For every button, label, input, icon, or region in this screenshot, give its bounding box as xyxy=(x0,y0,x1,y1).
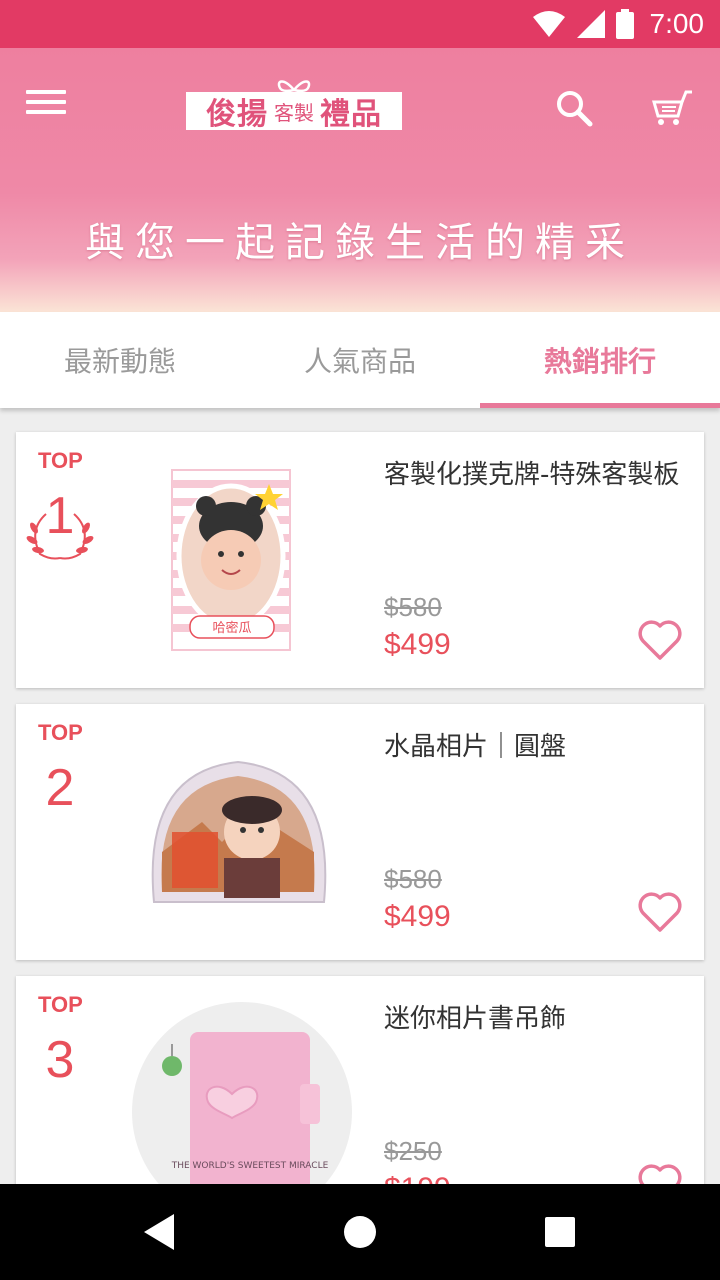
logo-main-right: 禮品 xyxy=(320,97,382,132)
rank-label: TOP xyxy=(38,448,83,473)
search-icon xyxy=(557,91,593,127)
wifi-icon xyxy=(532,11,565,37)
product-image xyxy=(132,712,352,952)
original-price: $580 xyxy=(384,592,442,622)
menu-icon-bar xyxy=(26,100,66,104)
tab-popular[interactable]: 人氣商品 xyxy=(240,312,480,408)
menu-icon xyxy=(26,90,66,94)
tab-bestseller[interactable]: 熱銷排行 xyxy=(480,312,720,408)
favorite-heart-icon[interactable] xyxy=(636,888,684,936)
brand-logo[interactable]: 俊揚 客製 禮品 xyxy=(186,78,402,134)
menu-icon-bar xyxy=(26,110,66,114)
rank-label: TOP xyxy=(38,992,83,1017)
original-price: $250 xyxy=(384,1136,442,1166)
sale-price: $499 xyxy=(384,900,451,933)
battery-icon xyxy=(615,9,634,39)
favorite-heart-icon[interactable] xyxy=(636,616,684,664)
product-title: 客製化撲克牌-特殊客製板 xyxy=(384,460,680,490)
rank-label: TOP xyxy=(38,720,83,745)
sale-price: $499 xyxy=(384,628,451,661)
search-button[interactable] xyxy=(552,86,596,130)
product-title: 迷你相片書吊飾 xyxy=(384,1004,567,1034)
logo-text-box: 俊揚 客製 禮品 xyxy=(186,92,402,132)
status-time: 7:00 xyxy=(649,8,705,39)
photo-caption: THE WORLD'S SWEETEST MIRACLE xyxy=(171,1161,329,1171)
cart-button[interactable] xyxy=(650,86,694,130)
menu-button[interactable] xyxy=(26,84,86,128)
product-title: 水晶相片｜圓盤 xyxy=(384,732,567,762)
product-card-1[interactable]: TOP 1 哈密瓜 客製化撲克牌-特殊客製板 $580 $499 xyxy=(16,432,704,688)
rank-number: 3 xyxy=(45,1031,75,1089)
rank-number: 2 xyxy=(45,759,75,817)
product-image: 哈密瓜 xyxy=(132,440,352,680)
slogan: 與您一起記錄生活的精采 xyxy=(85,220,635,266)
tab-latest[interactable]: 最新動態 xyxy=(0,312,240,408)
back-icon[interactable] xyxy=(136,1208,184,1256)
home-icon[interactable] xyxy=(336,1208,384,1256)
photo-caption: 哈密瓜 xyxy=(212,620,251,636)
signal-icon xyxy=(576,10,605,38)
logo-main-left: 俊揚 xyxy=(206,97,268,132)
cart-icon xyxy=(652,90,692,125)
system-nav-bar xyxy=(0,1184,720,1280)
recents-icon[interactable] xyxy=(536,1208,584,1256)
original-price: $580 xyxy=(384,864,442,894)
app-header: 俊揚 客製 禮品 與您一起記錄生活的精采 xyxy=(0,48,720,312)
rank-number: 1 xyxy=(45,487,75,545)
status-bar: 7:00 xyxy=(0,0,720,48)
tab-bar: 最新動態 人氣商品 熱銷排行 xyxy=(0,312,720,408)
logo-sub: 客製 xyxy=(274,100,314,125)
product-card-2[interactable]: TOP 2 水晶相片｜圓盤 $580 $499 xyxy=(16,704,704,960)
